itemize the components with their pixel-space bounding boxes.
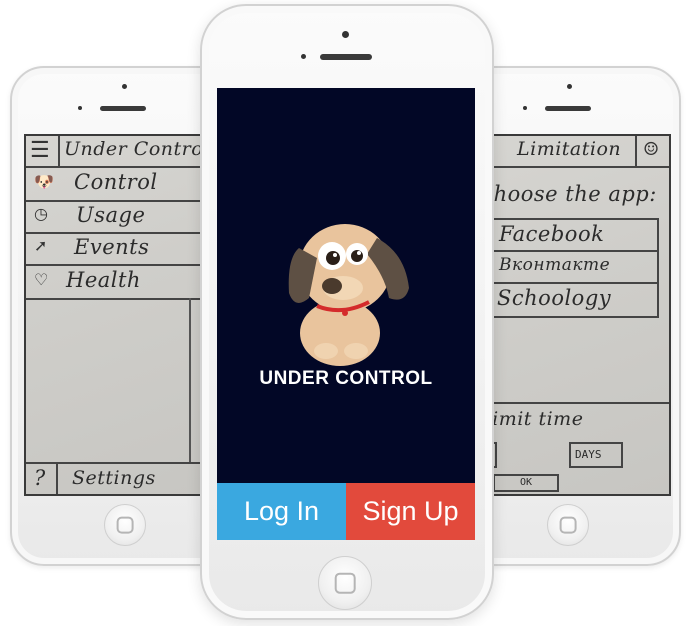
sensor-dot [523, 106, 527, 110]
sketch-app-item[interactable]: k Вконтакте [469, 250, 657, 284]
heart-icon: ♡ [34, 270, 49, 289]
sketch-menu-item-events[interactable]: ➚ Events [26, 232, 226, 266]
sketch-menu-label: Events [74, 235, 150, 259]
signup-label: Sign Up [362, 496, 459, 526]
left-home-button [104, 504, 146, 546]
sketch-limit-label: Limit time [479, 408, 584, 430]
brand-title: UNDER CONTROL [259, 368, 433, 389]
sketch-app-title: Under Control [64, 138, 210, 160]
app-name: Вконтакте [499, 255, 611, 275]
sensor-dot [301, 54, 306, 59]
sketch-screen-title: Limitation [517, 138, 622, 160]
sketch-app-list: f Facebook k Вконтакте Schoology [469, 218, 659, 318]
sketch-settings-label[interactable]: Settings [72, 467, 156, 489]
earpiece-speaker [320, 54, 372, 60]
sketch-menu-item-health[interactable]: ♡ Health [26, 264, 226, 300]
left-sketch-screen: ☰ Under Control 🐶 Control ◷ Usage ➚ Even… [24, 134, 228, 496]
sketch-app-item[interactable]: Schoology [469, 282, 657, 314]
sketch-menu-item-usage[interactable]: ◷ Usage [26, 200, 226, 234]
sketch-menu-label: Health [66, 268, 141, 292]
ok-label: OK [519, 477, 533, 488]
rocket-icon: ➚ [34, 236, 48, 255]
sensor-dot [78, 106, 82, 110]
center-home-button [318, 556, 372, 610]
hamburger-icon[interactable]: ☰ [30, 138, 50, 163]
app-name: Schoology [497, 286, 612, 310]
clock-icon: ◷ [34, 204, 48, 223]
right-sketch-screen: Limitation ☺ Choose the app: f Facebook … [467, 134, 671, 496]
front-camera-dot [342, 31, 349, 38]
person-icon[interactable]: ☺ [643, 139, 659, 160]
splash-screen: UNDER CONTROL Log In Sign Up [217, 88, 475, 540]
days-stepper[interactable]: DAYS [569, 442, 623, 468]
right-home-button [547, 504, 589, 546]
earpiece-speaker [545, 106, 591, 111]
sketch-header: Limitation ☺ [469, 136, 669, 168]
sketch-header: ☰ Under Control [26, 136, 226, 168]
dog-icon: 🐶 [34, 172, 54, 191]
earpiece-speaker [100, 106, 146, 111]
sketch-app-item[interactable]: f Facebook [469, 220, 657, 252]
signup-button[interactable]: Sign Up [346, 483, 475, 540]
login-button[interactable]: Log In [217, 483, 346, 540]
front-camera-dot [567, 84, 572, 89]
question-icon[interactable]: ? [34, 466, 46, 490]
front-camera-dot [122, 84, 127, 89]
login-label: Log In [243, 496, 320, 526]
sketch-prompt: Choose the app: [477, 182, 657, 206]
center-phone: UNDER CONTROL Log In Sign Up [200, 4, 494, 620]
sketch-menu-item-control[interactable]: 🐶 Control [26, 166, 226, 202]
days-label: DAYS [575, 448, 602, 461]
app-name: Facebook [499, 222, 605, 246]
sketch-ok-button[interactable]: OK [493, 474, 559, 492]
dog-logo [288, 224, 409, 366]
sketch-menu-label: Control [74, 170, 158, 194]
sketch-footer: ? Settings [26, 462, 226, 494]
sketch-menu-label: Usage [76, 203, 146, 227]
